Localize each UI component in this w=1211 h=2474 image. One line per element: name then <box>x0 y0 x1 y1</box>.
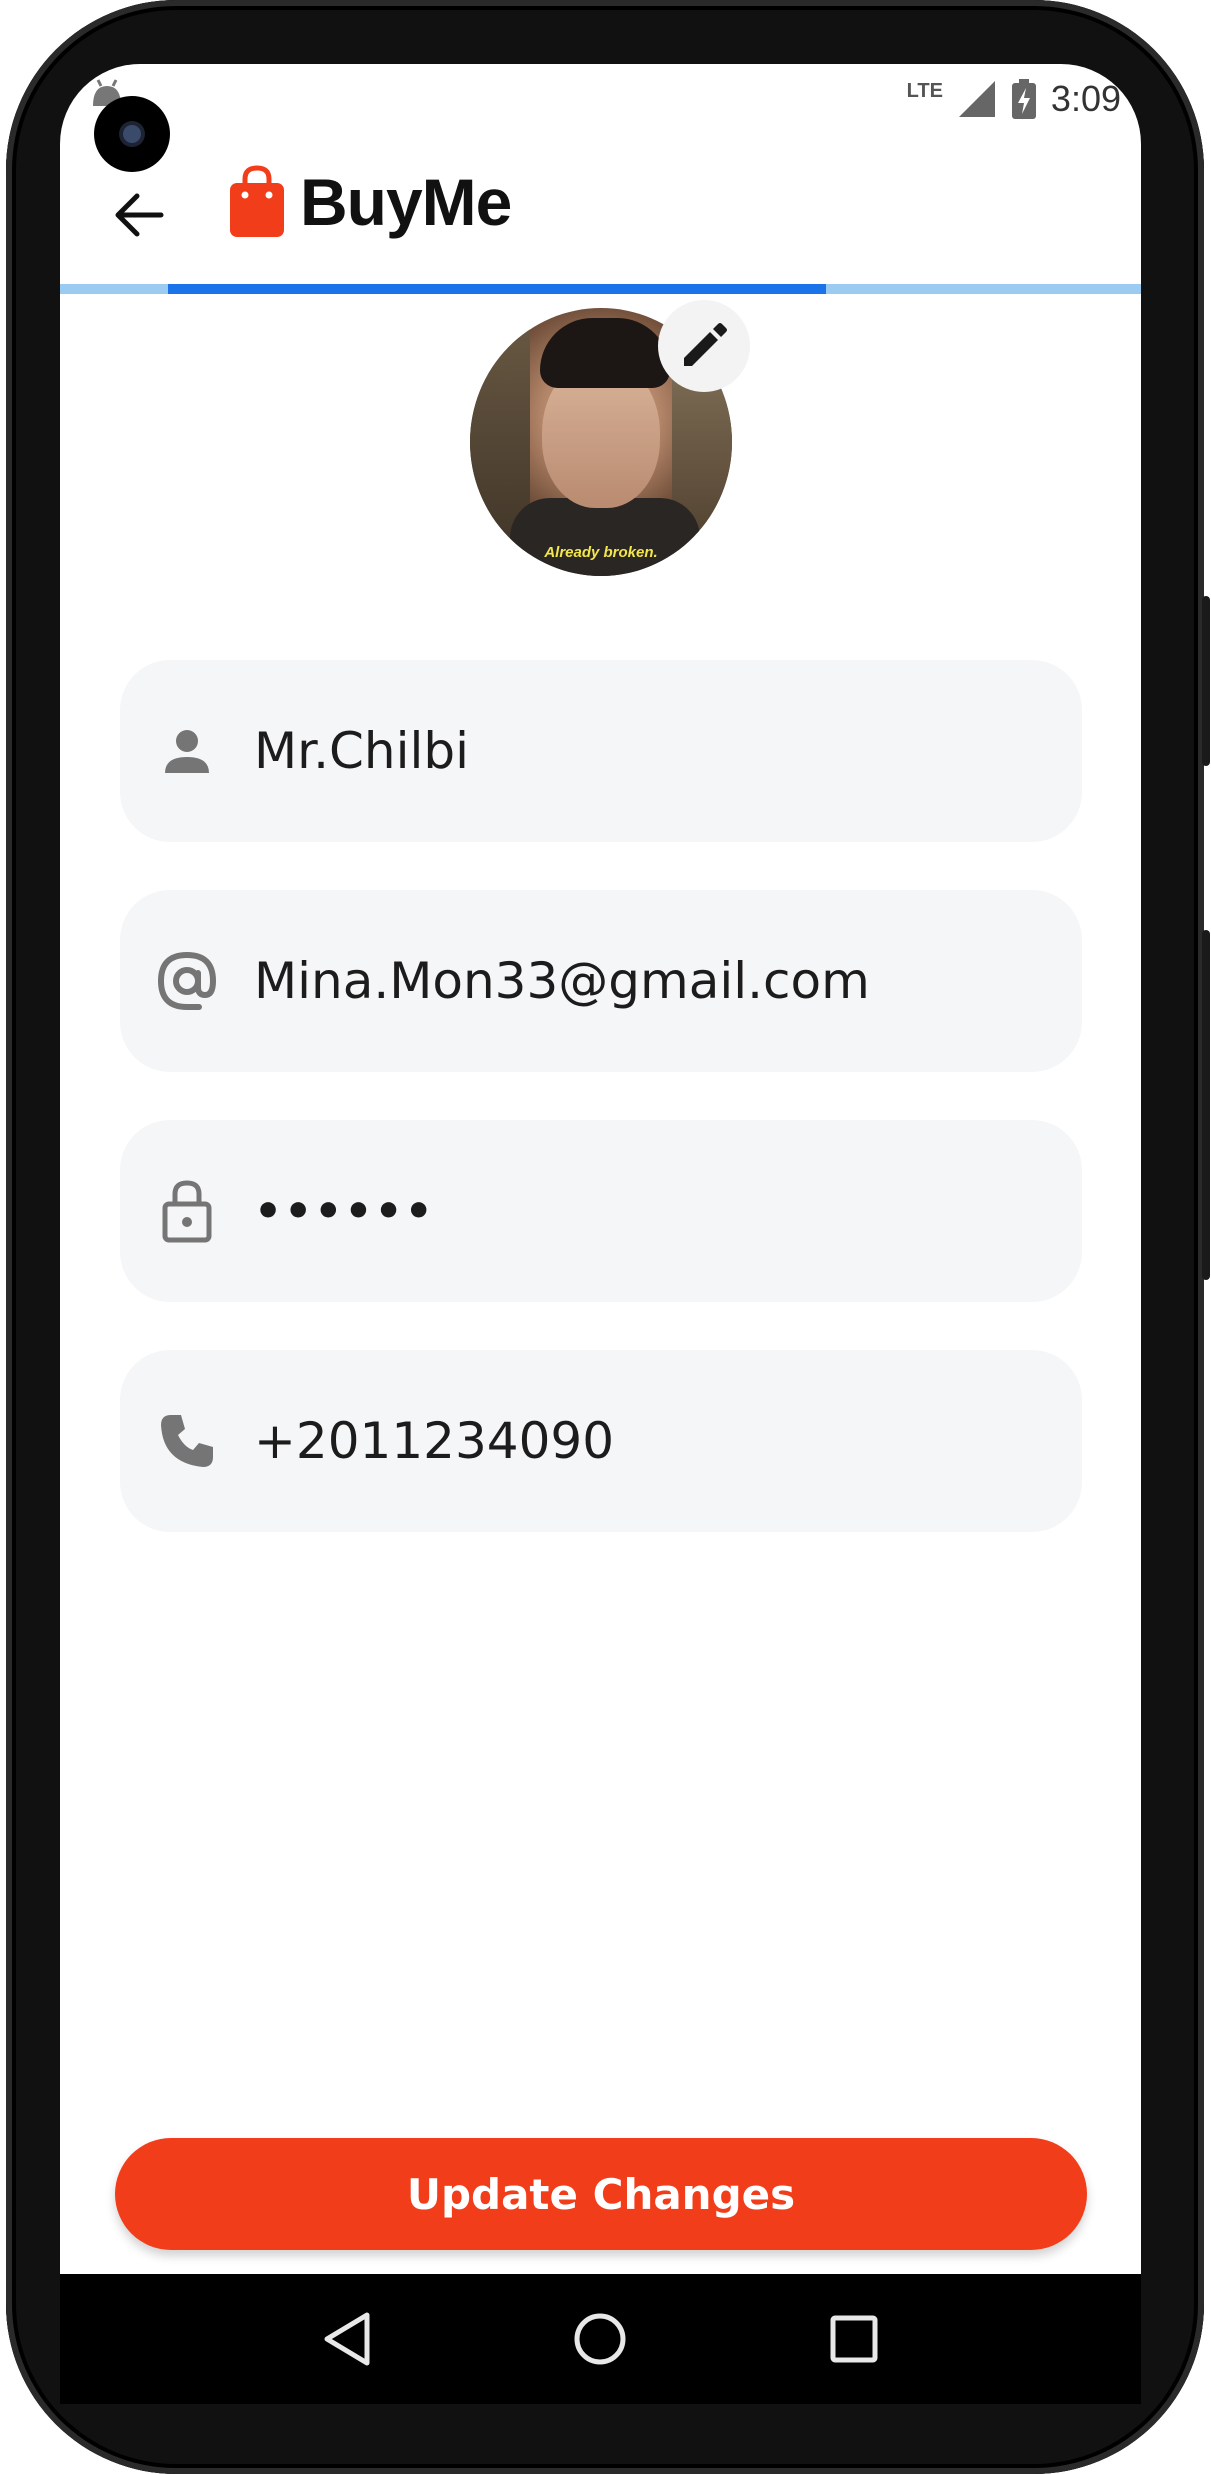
nav-recents-button[interactable] <box>814 2299 894 2379</box>
app-title: BuyMe <box>300 165 512 239</box>
lte-label: LTE <box>906 79 943 102</box>
email-field[interactable] <box>120 890 1082 1072</box>
back-arrow-icon <box>115 193 164 237</box>
app-bar: BuyMe <box>60 154 1141 274</box>
app-screen: LTE 3:09 BuyMe Already broken. Mr.Chilbi… <box>60 64 1141 2274</box>
nav-back-button[interactable] <box>307 2299 387 2379</box>
phone-input[interactable] <box>254 1412 1014 1470</box>
recents-square-icon <box>830 2315 878 2363</box>
at-sign-icon <box>152 946 222 1016</box>
back-button[interactable] <box>104 180 174 250</box>
system-nav-bar <box>60 2274 1141 2404</box>
profile-avatar-section: Already broken. <box>470 300 750 576</box>
brand: BuyMe <box>228 164 512 240</box>
phone-field[interactable] <box>120 1350 1082 1532</box>
phone-icon <box>152 1406 222 1476</box>
status-clock: 3:09 <box>1050 78 1121 119</box>
password-field[interactable]: •••••• <box>120 1120 1082 1302</box>
name-field[interactable] <box>120 660 1082 842</box>
person-icon <box>152 716 222 786</box>
name-input[interactable] <box>254 722 1014 780</box>
update-changes-button[interactable]: Update Changes <box>115 2138 1087 2250</box>
status-bar: LTE 3:09 <box>60 64 1141 134</box>
home-circle-icon <box>574 2313 626 2365</box>
volume-button <box>1202 930 1210 1280</box>
nav-home-button[interactable] <box>560 2299 640 2379</box>
progress-fill <box>168 284 826 294</box>
shopping-bag-icon <box>230 165 284 237</box>
power-button <box>1202 596 1210 766</box>
phone-frame: LTE 3:09 BuyMe Already broken. Mr.Chilbi… <box>0 0 1211 2474</box>
pencil-icon <box>684 323 727 366</box>
signal-icon <box>958 81 995 117</box>
progress-bar <box>60 284 1141 294</box>
battery-charging-icon <box>1011 79 1036 119</box>
email-input[interactable] <box>254 952 1014 1010</box>
password-input[interactable]: •••••• <box>254 1186 1014 1237</box>
avatar-caption: Already broken. <box>544 544 658 561</box>
lock-icon <box>152 1176 222 1246</box>
edit-avatar-button[interactable] <box>658 300 750 392</box>
back-triangle-icon <box>324 2312 370 2366</box>
